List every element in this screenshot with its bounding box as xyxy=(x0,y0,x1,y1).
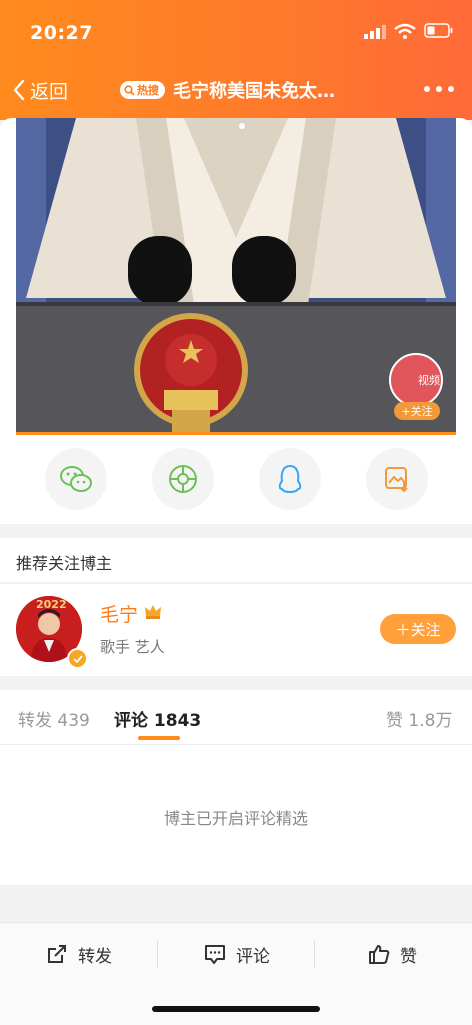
nav-bar: 返回 热搜 毛宁称美国未免太… xyxy=(0,66,472,112)
comment-button[interactable]: 评论 xyxy=(204,941,270,967)
recommend-section-header: 推荐关注博主 xyxy=(0,538,472,582)
repost-button[interactable]: 转发 xyxy=(46,941,112,967)
divider xyxy=(157,941,158,967)
recommend-title: 推荐关注博主 xyxy=(16,554,113,573)
video-follow-button[interactable]: +关注 xyxy=(394,402,440,420)
tab-repost[interactable]: 转发 439 xyxy=(18,706,90,731)
wifi-icon xyxy=(394,23,416,39)
tab-comment[interactable]: 评论 1843 xyxy=(114,706,201,731)
signal-icon xyxy=(364,25,386,39)
repost-label: 转发 xyxy=(78,946,112,967)
tab-like[interactable]: 赞 1.8万 xyxy=(386,706,452,731)
video-progress-bar xyxy=(16,432,456,435)
divider xyxy=(314,941,315,967)
share-out-icon xyxy=(48,945,66,963)
active-tab-indicator xyxy=(138,736,180,740)
search-icon xyxy=(124,84,135,96)
hot-search-badge[interactable]: 热搜 xyxy=(120,81,165,99)
status-bar: 20:27 xyxy=(0,0,472,56)
home-indicator xyxy=(152,1006,320,1012)
save-image-button[interactable] xyxy=(366,448,428,510)
page-title: 毛宁称美国未免太… xyxy=(173,81,335,102)
comments-placeholder: 博主已开启评论精选 xyxy=(163,809,308,828)
status-icons xyxy=(356,22,456,44)
save-image-icon xyxy=(385,467,408,493)
moments-icon xyxy=(169,465,197,493)
like-label: 赞 xyxy=(400,946,417,967)
video-frame xyxy=(16,118,456,434)
comment-icon xyxy=(205,945,225,964)
avatar-caption: 2022 xyxy=(36,598,67,611)
wechat-icon xyxy=(60,466,92,492)
thumbs-up-icon xyxy=(369,945,390,964)
share-moments-button[interactable] xyxy=(152,448,214,510)
more-menu-button[interactable] xyxy=(424,86,454,94)
chevron-left-icon xyxy=(13,79,25,101)
comments-area: 博主已开启评论精选 xyxy=(0,745,472,885)
share-row xyxy=(0,448,472,512)
user-name[interactable]: 毛宁 xyxy=(100,600,138,627)
crown-icon xyxy=(145,605,161,619)
verified-badge-icon xyxy=(67,648,88,669)
user-tags: 歌手 艺人 xyxy=(100,638,165,656)
battery-icon xyxy=(424,23,453,38)
qq-icon xyxy=(278,464,302,494)
video-watermark-label: 视频 xyxy=(418,374,440,387)
share-qq-button[interactable] xyxy=(259,448,321,510)
back-label: 返回 xyxy=(30,80,69,103)
share-wechat-button[interactable] xyxy=(45,448,107,510)
page-title-area: 热搜 毛宁称美国未免太… xyxy=(120,78,360,102)
status-time: 20:27 xyxy=(30,22,93,44)
top-header: 20:27 返回 热搜 毛宁称美国未免太… xyxy=(0,0,472,120)
comment-label: 评论 xyxy=(236,946,270,967)
follow-label: ＋关注 xyxy=(395,620,441,639)
hot-search-label: 热搜 xyxy=(137,84,159,97)
back-button[interactable]: 返回 xyxy=(12,78,69,103)
follow-button[interactable]: ＋关注 xyxy=(380,614,456,644)
like-button[interactable]: 赞 xyxy=(368,941,417,967)
recommended-user-row[interactable]: 2022 毛宁 歌手 艺人 ＋关注 xyxy=(0,583,472,676)
interaction-tabs: 转发 439 评论 1843 赞 1.8万 xyxy=(0,690,472,745)
video-player[interactable]: 视频 +关注 xyxy=(16,118,456,434)
video-follow-label: +关注 xyxy=(401,405,433,418)
